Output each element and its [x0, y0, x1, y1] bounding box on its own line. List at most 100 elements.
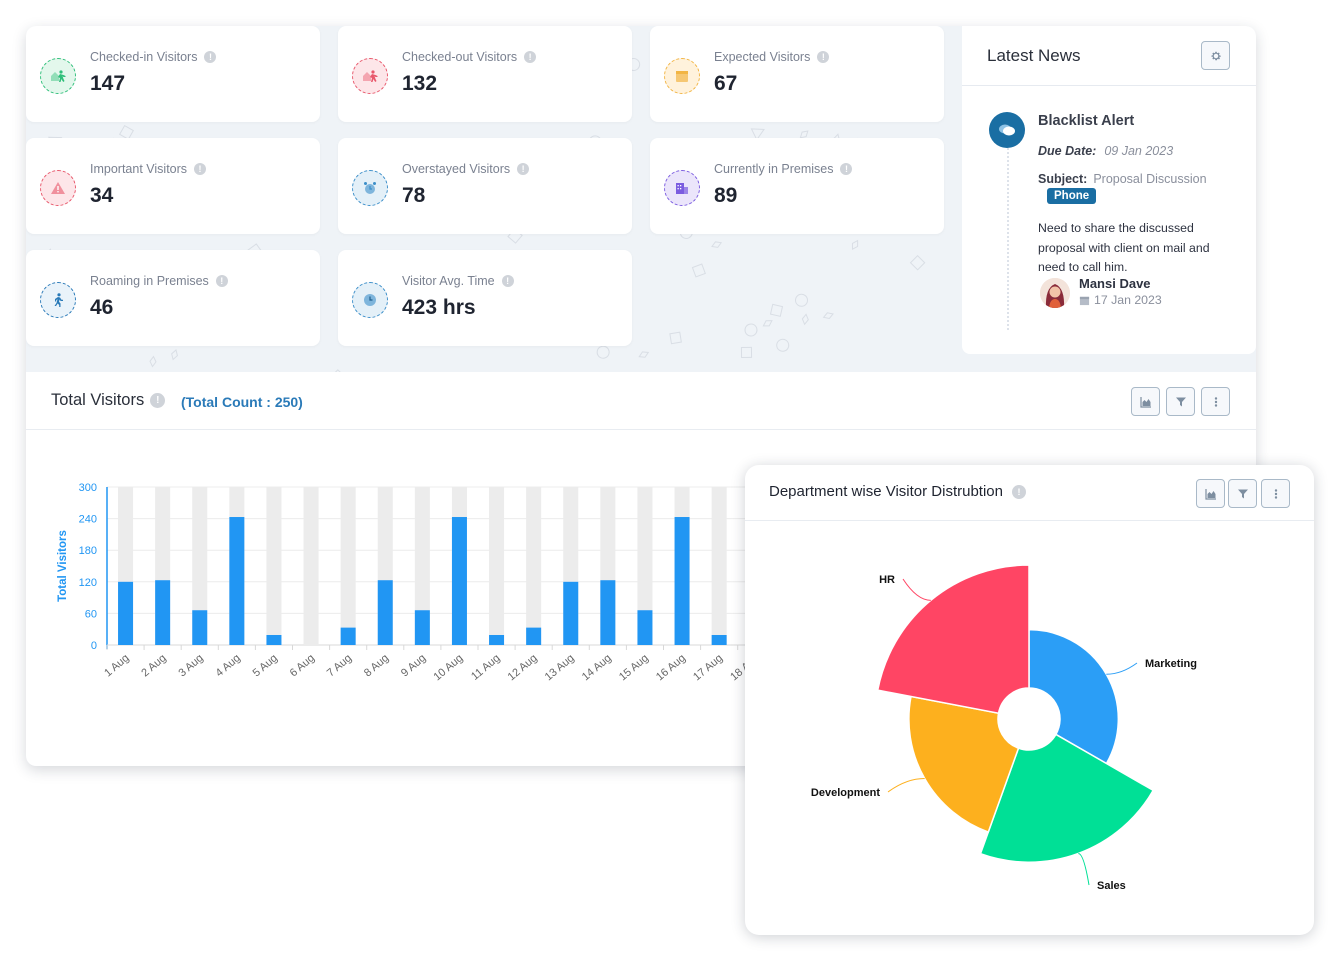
info-icon[interactable]: ! [204, 51, 217, 63]
slice-label: Development [811, 787, 880, 799]
bar [526, 627, 542, 645]
x-tick-label: 6 Aug [288, 652, 317, 679]
stat-label-text: Checked-out Visitors [402, 50, 518, 64]
alarm-clock-icon [352, 170, 388, 206]
filter-icon [1175, 397, 1186, 406]
news-item-title[interactable]: Blacklist Alert [1038, 113, 1134, 129]
channel-badge: Phone [1047, 188, 1097, 204]
stat-card-checked-out-visitors[interactable]: Checked-out Visitors! 132 [338, 26, 632, 122]
stat-label-text: Overstayed Visitors [402, 162, 511, 176]
news-settings-button[interactable] [1201, 41, 1230, 70]
info-icon[interactable]: ! [194, 163, 207, 175]
filter-button[interactable] [1166, 387, 1195, 416]
slice-label-line [1106, 662, 1138, 675]
info-icon[interactable]: ! [817, 51, 830, 63]
bar-track [340, 487, 356, 645]
stat-label-text: Currently in Premises [714, 162, 834, 176]
stat-card-overstayed-visitors[interactable]: Overstayed Visitors! 78 [338, 138, 632, 234]
x-tick-label: 1 Aug [102, 652, 131, 679]
pattern-shape [769, 303, 784, 317]
news-title: Latest News [987, 46, 1081, 65]
stat-label: Expected Visitors! [714, 50, 830, 64]
pattern-shape [596, 345, 610, 359]
bar [451, 517, 467, 645]
slice-hr[interactable] [876, 564, 1030, 715]
due-date-label: Due Date: [1038, 144, 1097, 158]
stat-label-text: Visitor Avg. Time [402, 274, 495, 288]
pattern-shape [638, 351, 650, 358]
x-tick-label: 8 Aug [362, 652, 391, 679]
calendar-icon [1079, 296, 1090, 305]
stat-label-text: Expected Visitors [714, 50, 811, 64]
pattern-shape [669, 331, 682, 345]
bar [489, 634, 505, 645]
stat-card-currently-in-premises[interactable]: Currently in Premises! 89 [650, 138, 944, 234]
chart-type-button[interactable] [1131, 387, 1160, 416]
stat-card-important-visitors[interactable]: Important Visitors! 34 [26, 138, 320, 234]
chart-type-icon [1139, 396, 1151, 408]
y-tick-label: 120 [79, 577, 97, 589]
pattern-shape [762, 320, 773, 327]
info-icon[interactable]: ! [1011, 484, 1026, 499]
bar [563, 581, 579, 645]
clock-icon [352, 282, 388, 318]
x-tick-label: 4 Aug [214, 652, 243, 679]
x-tick-label: 5 Aug [251, 652, 280, 679]
subject-value: Proposal Discussion [1093, 172, 1207, 186]
stat-card-roaming-in-premises[interactable]: Roaming in Premises! 46 [26, 250, 320, 346]
pattern-shape [711, 241, 723, 248]
department-title: Department wise Visitor Distrubtion ! [769, 483, 1026, 500]
x-tick-label: 16 Aug [654, 652, 688, 683]
author-date: 17 Jan 2023 [1079, 293, 1162, 307]
stat-card-checked-in-visitors[interactable]: Checked-in Visitors! 147 [26, 26, 320, 122]
pattern-shape [691, 263, 706, 278]
avatar [1040, 278, 1070, 308]
info-icon[interactable]: ! [215, 275, 228, 287]
stat-value: 46 [90, 296, 114, 319]
bar [377, 580, 393, 645]
bar [711, 634, 727, 645]
stat-label-text: Important Visitors [90, 162, 188, 176]
slice-label-line [887, 778, 925, 793]
author-name: Mansi Dave [1079, 276, 1151, 291]
chart-type-button[interactable] [1196, 479, 1225, 508]
bar-track [489, 487, 505, 645]
stat-card-visitor-avg-time[interactable]: Visitor Avg. Time! 423 hrs [338, 250, 632, 346]
total-visitors-title-text: Total Visitors [51, 391, 145, 409]
total-count: (Total Count : 250) [181, 394, 303, 410]
x-tick-label: 15 Aug [617, 652, 651, 683]
info-icon[interactable]: ! [501, 275, 514, 287]
stat-label: Currently in Premises! [714, 162, 853, 176]
bar-track [266, 487, 282, 645]
stat-value: 34 [90, 184, 114, 207]
bar [674, 517, 690, 645]
more-options-button[interactable] [1201, 387, 1230, 416]
bar [266, 634, 282, 645]
y-tick-label: 300 [79, 482, 97, 494]
info-icon[interactable]: ! [524, 51, 537, 63]
department-title-text: Department wise Visitor Distrubtion [769, 483, 1003, 500]
department-rose-chart: Marketing Sales Development HR [811, 564, 1197, 892]
y-tick-label: 60 [85, 608, 97, 620]
stat-label: Overstayed Visitors! [402, 162, 530, 176]
latest-news-card: Latest News Blacklist Alert Due Date: 09 … [962, 26, 1256, 354]
info-icon[interactable]: ! [150, 393, 166, 408]
bar [414, 610, 430, 645]
slice-label-line [902, 578, 931, 601]
slice-marketing[interactable] [1028, 628, 1120, 765]
pattern-shape [740, 346, 753, 359]
bar [118, 581, 134, 645]
x-tick-label: 3 Aug [176, 652, 205, 679]
chart-type-icon [1204, 488, 1216, 500]
more-options-button[interactable] [1261, 479, 1290, 508]
stat-card-expected-visitors[interactable]: Expected Visitors! 67 [650, 26, 944, 122]
x-tick-label: 7 Aug [325, 652, 354, 679]
filter-button[interactable] [1228, 479, 1257, 508]
pattern-shape [794, 293, 808, 307]
info-icon[interactable]: ! [840, 163, 853, 175]
stat-value: 89 [714, 184, 738, 207]
info-icon[interactable]: ! [517, 163, 530, 175]
x-tick-label: 13 Aug [543, 652, 577, 683]
y-tick-label: 240 [79, 514, 97, 526]
bar-track [711, 487, 727, 645]
